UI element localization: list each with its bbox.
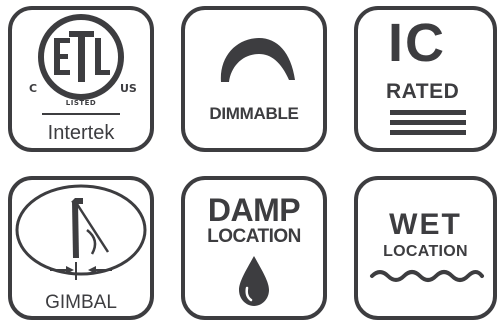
ic-letters: IC [388,13,446,73]
etl-listed-text: LISTED [65,99,97,107]
gimbal-badge: GIMBAL [8,176,154,320]
dimmable-label: DIMMABLE [209,104,299,123]
dimmable-badge: DIMMABLE [181,6,327,152]
gimbal-label: GIMBAL [45,292,117,313]
water-waves-icon [370,270,484,282]
ic-rated-badge: IC RATED [354,6,497,152]
intertek-brand: Intertek [47,122,115,144]
etl-c-mark: C [29,82,38,95]
wet-location-badge: WET LOCATION [354,176,497,320]
etl-us-mark: US [120,82,137,95]
etl-listed-badge: C US LISTED Intertek [8,6,154,152]
rated-label: RATED [386,80,460,103]
half-arc-icon [220,38,295,82]
damp-location-badge: DAMP LOCATION [181,176,327,320]
water-drop-icon [239,256,269,306]
